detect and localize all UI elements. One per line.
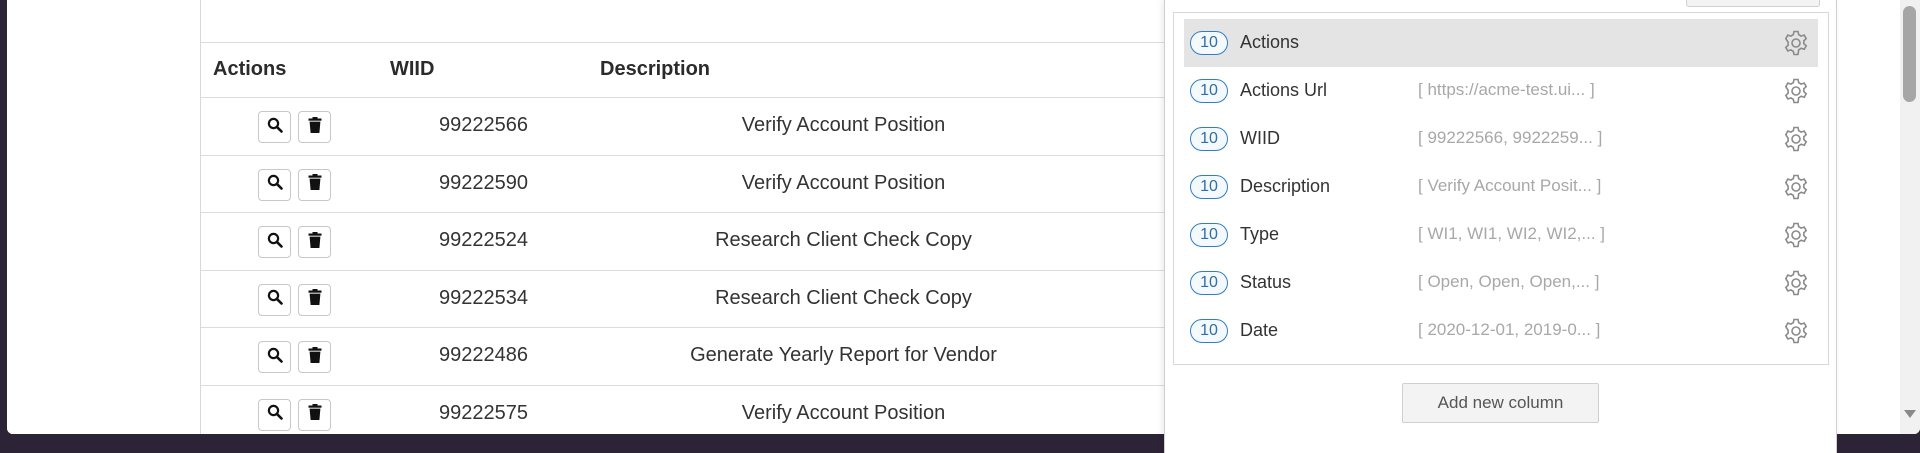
search-icon <box>267 173 283 196</box>
trash-icon <box>308 288 322 311</box>
column-name: Date <box>1240 320 1279 340</box>
column-value-preview: [ WI1, WI1, WI2, WI2,... ] <box>1418 224 1606 243</box>
page-scrollbar[interactable] <box>1900 0 1920 434</box>
column-item[interactable]: 10 Status [ Open, Open, Open,... ] <box>1184 259 1818 307</box>
trash-icon <box>308 346 322 369</box>
column-name: Status <box>1240 272 1292 292</box>
view-button[interactable] <box>258 111 291 143</box>
trash-icon <box>308 173 322 196</box>
add-new-column-button[interactable]: Add new column <box>1402 383 1599 423</box>
column-count-badge: 10 <box>1190 319 1228 343</box>
table-row: 99222590 Verify Account Position <box>201 156 1180 214</box>
view-button[interactable] <box>258 283 291 316</box>
column-item[interactable]: 10 Type [ WI1, WI1, WI2, WI2,... ] <box>1184 211 1818 259</box>
gear-icon[interactable] <box>1782 221 1810 249</box>
gear-icon[interactable] <box>1782 77 1810 105</box>
cell-description: Research Client Check Copy <box>715 286 972 309</box>
delete-button[interactable] <box>298 168 331 201</box>
table-row: 99222534 Research Client Check Copy <box>201 271 1180 329</box>
column-name: Type <box>1240 224 1280 244</box>
column-count-badge: 10 <box>1190 223 1228 247</box>
cell-wiid: 99222575 <box>439 401 528 424</box>
column-item[interactable]: 10 Actions Url [ https://acme-test.ui... ] <box>1184 67 1818 115</box>
table-row: 99222486 Generate Yearly Report for Vendo… <box>201 328 1180 386</box>
gear-icon[interactable] <box>1782 125 1810 153</box>
column-name: Actions Url <box>1240 80 1328 100</box>
cell-wiid: 99222590 <box>439 171 528 194</box>
page-left-gutter <box>7 0 200 434</box>
cell-wiid: 99222486 <box>439 344 528 367</box>
column-value-preview: [ Verify Account Posit... ] <box>1418 176 1602 195</box>
view-button[interactable] <box>258 226 291 259</box>
column-header-description[interactable]: Description <box>600 58 710 81</box>
table-body: 99222566 Verify Account Position 99222590 V… <box>201 98 1180 434</box>
view-button[interactable] <box>258 168 291 201</box>
column-name: WIID <box>1240 128 1280 148</box>
search-icon <box>267 116 283 139</box>
column-count-badge: 10 <box>1190 79 1228 103</box>
column-item[interactable]: 10 Actions <box>1184 19 1818 67</box>
delete-button[interactable] <box>298 398 331 431</box>
delete-button[interactable] <box>298 341 331 374</box>
column-list: 10 Actions 10 Actions Url [ https://acme-tes… <box>1173 12 1829 365</box>
panel-top-button[interactable] <box>1686 0 1820 7</box>
view-button[interactable] <box>258 341 291 374</box>
table-row: 99222575 Verify Account Position <box>201 386 1180 434</box>
cell-description: Research Client Check Copy <box>715 229 972 252</box>
work-items-table: Actions WIID Description 99222566 Verify … <box>200 0 1180 434</box>
gear-icon[interactable] <box>1782 173 1810 201</box>
cell-description: Generate Yearly Report for Vendor <box>690 344 997 367</box>
table-row: 99222566 Verify Account Position <box>201 98 1180 156</box>
column-count-badge: 10 <box>1190 127 1228 151</box>
gear-icon[interactable] <box>1782 269 1810 297</box>
view-button[interactable] <box>258 398 291 431</box>
column-name: Actions <box>1240 32 1300 52</box>
column-item[interactable]: 10 Description [ Verify Account Posit... ] <box>1184 163 1818 211</box>
trash-icon <box>308 403 322 426</box>
column-header-actions[interactable]: Actions <box>213 58 286 81</box>
scrollbar-thumb[interactable] <box>1903 6 1916 102</box>
search-icon <box>267 288 283 311</box>
cell-description: Verify Account Position <box>741 171 946 194</box>
trash-icon <box>308 231 322 254</box>
cell-description: Verify Account Position <box>741 114 946 136</box>
column-header-wiid[interactable]: WIID <box>390 58 434 81</box>
cell-wiid: 99222534 <box>439 286 528 309</box>
delete-button[interactable] <box>298 111 331 143</box>
column-item[interactable]: 10 Date [ 2020-12-01, 2019-0... ] <box>1184 307 1818 355</box>
search-icon <box>267 346 283 369</box>
cell-description: Verify Account Position <box>741 401 946 424</box>
column-configuration-panel: 10 Actions 10 Actions Url [ https://acme-tes… <box>1164 0 1837 453</box>
scroll-down-arrow-icon[interactable] <box>1904 410 1916 418</box>
search-icon <box>267 403 283 426</box>
column-value-preview: [ 2020-12-01, 2019-0... ] <box>1418 320 1601 339</box>
table-header: Actions WIID Description <box>201 42 1180 98</box>
column-value-preview: [ https://acme-test.ui... ] <box>1418 80 1595 99</box>
column-item[interactable]: 10 WIID [ 99222566, 9922259... ] <box>1184 115 1818 163</box>
cell-wiid: 99222566 <box>439 114 528 136</box>
search-icon <box>267 231 283 254</box>
column-count-badge: 10 <box>1190 31 1228 55</box>
column-value-preview: [ 99222566, 9922259... ] <box>1418 128 1603 147</box>
gear-icon[interactable] <box>1782 29 1810 57</box>
column-count-badge: 10 <box>1190 175 1228 199</box>
cell-wiid: 99222524 <box>439 229 528 252</box>
column-value-preview: [ Open, Open, Open,... ] <box>1418 272 1600 291</box>
gear-icon[interactable] <box>1782 317 1810 345</box>
trash-icon <box>308 116 322 139</box>
table-row: 99222524 Research Client Check Copy <box>201 213 1180 271</box>
column-count-badge: 10 <box>1190 271 1228 295</box>
delete-button[interactable] <box>298 226 331 259</box>
delete-button[interactable] <box>298 283 331 316</box>
column-name: Description <box>1240 176 1331 196</box>
